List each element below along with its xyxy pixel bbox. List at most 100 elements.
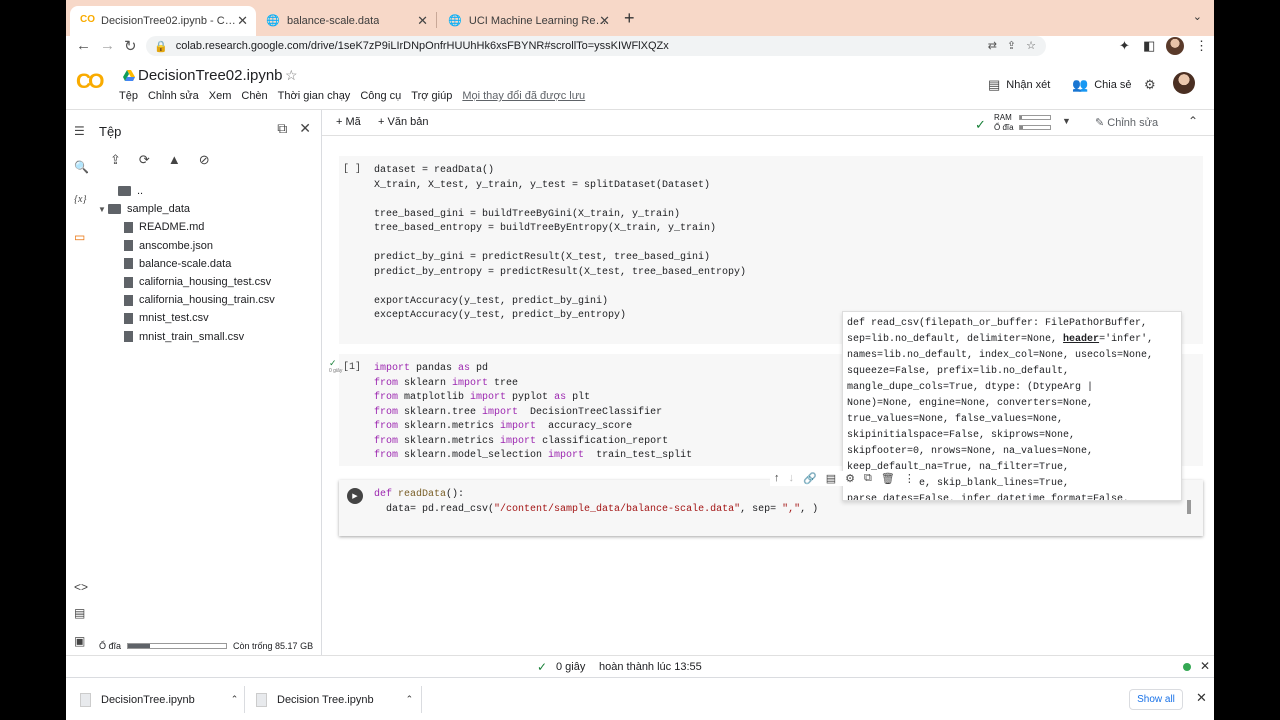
show-all-button[interactable]: Show all: [1129, 689, 1183, 710]
upload-icon[interactable]: ⇪: [110, 152, 121, 168]
code-editor[interactable]: def readData(): data= pd.read_csv("/cont…: [374, 488, 818, 517]
edit-button[interactable]: ✎ Chỉnh sửa: [1095, 116, 1158, 129]
disk-fill: [1020, 126, 1023, 129]
file-tree-item[interactable]: ..: [94, 182, 322, 200]
tab-strip: CO DecisionTree02.ipynb - Colabo ✕ 🌐 bal…: [66, 0, 1214, 36]
google-drive-icon: [123, 70, 135, 81]
code-editor[interactable]: import pandas as pd from sklearn import …: [374, 362, 692, 464]
toc-icon[interactable]: ☰: [74, 124, 85, 138]
menu-help[interactable]: Trợ giúp: [411, 90, 452, 102]
tab-colab[interactable]: CO DecisionTree02.ipynb - Colabo ✕: [70, 6, 256, 36]
hide-files-icon[interactable]: ⊘: [199, 152, 210, 168]
saved-status[interactable]: Mọi thay đổi đã được lưu: [462, 90, 585, 102]
settings-button[interactable]: ⚙: [1144, 77, 1156, 93]
file-tree-item[interactable]: california_housing_test.csv: [94, 273, 322, 291]
close-icon[interactable]: ✕: [417, 13, 428, 29]
menu-file[interactable]: Tệp: [119, 90, 138, 102]
code-editor[interactable]: dataset = readData() X_train, X_test, y_…: [374, 164, 746, 324]
edit-label: Chỉnh sửa: [1107, 117, 1159, 129]
extensions-icon[interactable]: ✦: [1119, 38, 1130, 54]
chevron-up-icon[interactable]: ⌃: [1188, 114, 1198, 128]
sidepanel-icon[interactable]: ◧: [1143, 38, 1155, 54]
menu-view[interactable]: Xem: [209, 90, 232, 102]
file-tree-item[interactable]: california_housing_train.csv: [94, 291, 322, 309]
scrollbar[interactable]: [1187, 500, 1191, 514]
menu-bar: Tệp Chỉnh sửa Xem Chèn Thời gian chạy Cô…: [119, 90, 585, 102]
comment-icon[interactable]: ▤: [826, 472, 836, 485]
new-tab-button[interactable]: +: [624, 8, 635, 29]
colab-header: CO DecisionTree02.ipynb ☆ Tệp Chỉnh sửa …: [66, 58, 1214, 110]
chevron-down-icon[interactable]: ▼: [98, 205, 108, 214]
search-icon[interactable]: 🔍: [74, 160, 89, 174]
menu-edit[interactable]: Chỉnh sửa: [148, 90, 199, 102]
file-name: anscombe.json: [139, 239, 213, 252]
lock-icon: 🔒: [154, 40, 168, 53]
add-text-button[interactable]: + Văn bản: [378, 116, 428, 128]
run-cell-button[interactable]: ▶: [347, 488, 363, 504]
profile-avatar[interactable]: [1166, 37, 1184, 55]
resource-monitor[interactable]: ✓ RAM Ổ đĩa: [975, 112, 1055, 134]
reload-icon[interactable]: ↻: [124, 37, 137, 55]
file-icon: [124, 294, 133, 306]
back-icon[interactable]: ←: [76, 37, 91, 54]
open-in-tab-icon[interactable]: ⧉: [277, 120, 287, 137]
file-tree-item[interactable]: mnist_train_small.csv: [94, 328, 322, 346]
mount-drive-icon[interactable]: ▲: [168, 152, 181, 168]
file-tree-item[interactable]: balance-scale.data: [94, 255, 322, 273]
download-item[interactable]: Decision Tree.ipynb ⌃: [256, 678, 413, 720]
close-icon[interactable]: ✕: [237, 13, 248, 29]
add-code-button[interactable]: + Mã: [336, 116, 361, 128]
star-icon[interactable]: ☆: [285, 67, 298, 84]
tab-divider: [436, 12, 437, 28]
disk-free-label: Còn trống 85.17 GB: [233, 641, 314, 651]
disk-bar: [1019, 125, 1051, 130]
notebook-title[interactable]: DecisionTree02.ipynb: [138, 67, 283, 84]
close-icon[interactable]: ✕: [599, 13, 610, 29]
file-name: california_housing_train.csv: [139, 294, 275, 307]
chevron-down-icon[interactable]: ▼: [1062, 116, 1071, 126]
disk-label: Ổ đĩa: [99, 641, 122, 651]
link-icon[interactable]: 🔗: [803, 472, 817, 485]
file-tree-item[interactable]: ▼ sample_data: [94, 200, 322, 218]
tab-balance-scale[interactable]: 🌐 balance-scale.data ✕: [256, 6, 436, 36]
kebab-menu-icon[interactable]: ⋮: [904, 472, 915, 485]
chevron-up-icon[interactable]: ⌃: [406, 694, 414, 705]
comment-button[interactable]: ▤ Nhận xét: [988, 77, 1050, 93]
terminal-icon[interactable]: ▣: [74, 634, 85, 648]
people-icon: 👥: [1072, 77, 1089, 92]
menu-runtime[interactable]: Thời gian chạy: [278, 90, 351, 102]
move-up-icon[interactable]: ↑: [774, 472, 780, 485]
variables-icon[interactable]: {x}: [74, 194, 86, 205]
file-tree-item[interactable]: mnist_test.csv: [94, 309, 322, 327]
close-icon[interactable]: ✕: [1196, 690, 1207, 706]
command-palette-icon[interactable]: ▤: [74, 606, 85, 620]
colab-logo[interactable]: CO: [76, 70, 104, 94]
folder-icon[interactable]: ▭: [74, 230, 85, 244]
translate-icon[interactable]: ⇄: [988, 39, 997, 52]
close-icon[interactable]: ✕: [1200, 659, 1210, 673]
move-down-icon[interactable]: ↓: [789, 472, 795, 485]
connection-status-dot: [1183, 663, 1191, 671]
delete-icon[interactable]: 🗑: [881, 472, 895, 485]
close-icon[interactable]: ✕: [299, 120, 311, 137]
file-name: california_housing_test.csv: [139, 276, 272, 289]
file-tree-item[interactable]: README.md: [94, 218, 322, 236]
chevron-up-icon[interactable]: ⌃: [231, 694, 239, 705]
tab-uci[interactable]: 🌐 UCI Machine Learning Reposito ✕: [438, 6, 618, 36]
download-item[interactable]: DecisionTree.ipynb ⌃: [80, 678, 238, 720]
address-bar[interactable]: 🔒 colab.research.google.com/drive/1seK7z…: [146, 36, 1046, 56]
refresh-folder-icon[interactable]: ⟳: [139, 152, 150, 168]
account-avatar[interactable]: [1173, 72, 1195, 94]
bookmark-star-icon[interactable]: ☆: [1026, 39, 1036, 52]
forward-icon[interactable]: →: [100, 37, 115, 54]
share-icon[interactable]: ⇪: [1007, 39, 1016, 52]
file-tree-item[interactable]: anscombe.json: [94, 237, 322, 255]
kebab-menu-icon[interactable]: ⋮: [1195, 38, 1208, 54]
share-button[interactable]: 👥 Chia sẻ: [1072, 77, 1131, 93]
gear-icon[interactable]: ⚙: [845, 472, 855, 485]
menu-insert[interactable]: Chèn: [241, 90, 267, 102]
menu-tools[interactable]: Công cụ: [360, 90, 401, 102]
mirror-cell-icon[interactable]: ⧉: [864, 472, 872, 485]
code-snippets-icon[interactable]: <>: [74, 580, 88, 594]
chevron-down-icon[interactable]: ⌄: [1193, 10, 1202, 23]
